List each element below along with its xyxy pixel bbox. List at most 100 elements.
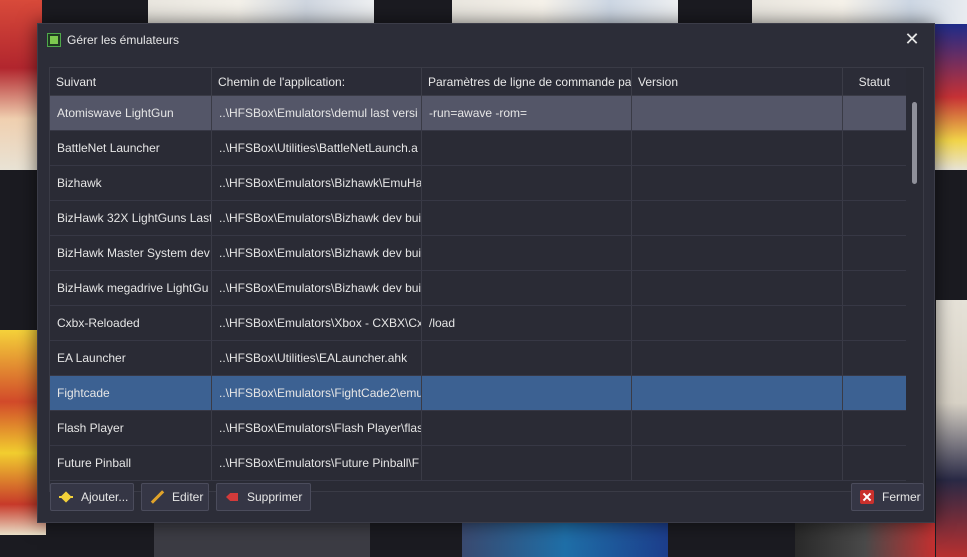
column-header-params[interactable]: Paramètres de ligne de commande pa [422,68,632,96]
cell-version [632,201,843,235]
cell-name: Atomiswave LightGun [50,96,212,130]
cell-params [422,131,632,165]
cell-path: ..\HFSBox\Utilities\EALauncher.ahk [212,341,422,375]
cell-version [632,131,843,165]
table-row[interactable]: BizHawk 32X LightGuns Last ..\HFSBox\Emul… [50,201,908,236]
cell-params: -run=awave -rom= [422,96,632,130]
cell-version [632,236,843,270]
table-row[interactable]: Bizhawk ..\HFSBox\Emulators\Bizhawk\EmuHa [50,166,908,201]
app-icon [47,33,61,47]
background-game-cover [936,300,967,557]
column-header-status[interactable]: Statut [843,68,908,96]
table-row[interactable]: Future Pinball ..\HFSBox\Emulators\Future… [50,446,908,481]
emulators-table[interactable]: Suivant Chemin de l'application: Paramèt… [49,67,924,492]
add-star-icon [59,490,73,504]
edit-button-label: Editer [172,490,204,504]
cell-status [843,166,908,200]
background-game-cover [752,0,967,24]
pencil-icon [150,490,164,504]
table-row[interactable]: BizHawk Master System dev ..\HFSBox\Emula… [50,236,908,271]
cell-name: Cxbx-Reloaded [50,306,212,340]
close-icon[interactable]: ✕ [902,29,922,49]
cell-version [632,96,843,130]
cell-status [843,446,908,480]
cell-params [422,411,632,445]
cell-version [632,341,843,375]
cell-name: Flash Player [50,411,212,445]
cell-status [843,411,908,445]
column-header-version[interactable]: Version [632,68,843,96]
background-game-cover [930,24,967,170]
cell-name: Bizhawk [50,166,212,200]
cell-path: ..\HFSBox\Emulators\Flash Player\flas [212,411,422,445]
dialog-titlebar: Gérer les émulateurs ✕ [38,24,934,56]
cell-status [843,376,908,410]
manage-emulators-dialog: Gérer les émulateurs ✕ Suivant Chemin de… [37,23,935,523]
dialog-title: Gérer les émulateurs [67,33,180,47]
cell-name: EA Launcher [50,341,212,375]
delete-button[interactable]: Supprimer [216,483,311,511]
column-header-path[interactable]: Chemin de l'application: [212,68,422,96]
cell-status [843,96,908,130]
close-button-label: Fermer [882,490,921,504]
cell-version [632,376,843,410]
cell-status [843,131,908,165]
cell-version [632,306,843,340]
cell-status [843,201,908,235]
table-row[interactable]: BattleNet Launcher ..\HFSBox\Utilities\Ba… [50,131,908,166]
cell-name: BizHawk 32X LightGuns Last [50,201,212,235]
cell-name: BattleNet Launcher [50,131,212,165]
column-header-name[interactable]: Suivant [50,68,212,96]
background-game-cover [462,523,668,557]
vertical-scrollbar[interactable] [906,68,923,491]
cell-params [422,376,632,410]
table-body: Atomiswave LightGun ..\HFSBox\Emulators\d… [50,96,908,481]
cell-path: ..\HFSBox\Utilities\BattleNetLaunch.a [212,131,422,165]
cell-params: /load [422,306,632,340]
cell-status [843,271,908,305]
cell-params [422,236,632,270]
cell-path: ..\HFSBox\Emulators\FightCade2\emu [212,376,422,410]
table-row[interactable]: Fightcade ..\HFSBox\Emulators\FightCade2\… [50,376,908,411]
cell-path: ..\HFSBox\Emulators\Future Pinball\F [212,446,422,480]
cell-name: BizHawk Master System dev [50,236,212,270]
cell-params [422,166,632,200]
cell-path: ..\HFSBox\Emulators\Xbox - CXBX\Cx [212,306,422,340]
background-game-cover [0,0,42,170]
cell-version [632,166,843,200]
edit-button[interactable]: Editer [141,483,209,511]
table-row[interactable]: Atomiswave LightGun ..\HFSBox\Emulators\d… [50,96,908,131]
cell-version [632,271,843,305]
cell-status [843,341,908,375]
table-row[interactable]: Cxbx-Reloaded ..\HFSBox\Emulators\Xbox - … [50,306,908,341]
close-red-icon [860,490,874,504]
background-game-cover [148,0,374,24]
cell-path: ..\HFSBox\Emulators\Bizhawk dev bui [212,201,422,235]
cell-params [422,341,632,375]
background-game-cover [795,523,935,557]
table-header: Suivant Chemin de l'application: Paramèt… [50,68,908,96]
delete-button-label: Supprimer [247,490,303,504]
background-game-cover [452,0,678,24]
table-row[interactable]: Flash Player ..\HFSBox\Emulators\Flash Pl… [50,411,908,446]
cell-name: BizHawk megadrive LightGu [50,271,212,305]
cell-name: Future Pinball [50,446,212,480]
background-game-cover [154,523,370,557]
delete-icon [225,490,239,504]
cell-params [422,271,632,305]
table-row[interactable]: BizHawk megadrive LightGu ..\HFSBox\Emula… [50,271,908,306]
table-row[interactable]: EA Launcher ..\HFSBox\Utilities\EALaunche… [50,341,908,376]
cell-path: ..\HFSBox\Emulators\demul last versi [212,96,422,130]
cell-params [422,201,632,235]
cell-path: ..\HFSBox\Emulators\Bizhawk dev bui [212,236,422,270]
add-button[interactable]: Ajouter... [50,483,134,511]
cell-version [632,411,843,445]
cell-path: ..\HFSBox\Emulators\Bizhawk\EmuHa [212,166,422,200]
cell-params [422,446,632,480]
scrollbar-thumb[interactable] [912,102,917,184]
cell-path: ..\HFSBox\Emulators\Bizhawk dev bui [212,271,422,305]
cell-status [843,306,908,340]
add-button-label: Ajouter... [81,490,129,504]
cell-version [632,446,843,480]
close-button[interactable]: Fermer [851,483,924,511]
